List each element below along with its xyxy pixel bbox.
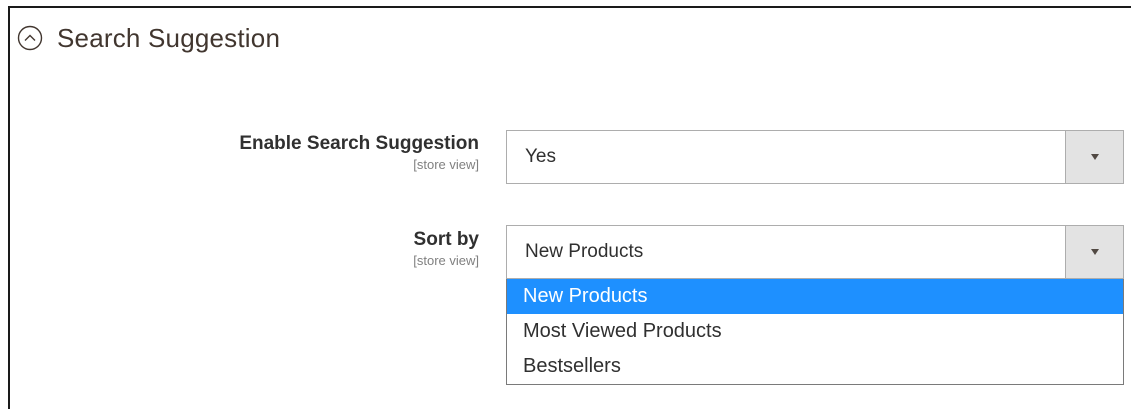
sort-select-value: New Products <box>525 241 644 262</box>
chevron-down-icon <box>1090 249 1099 255</box>
sort-by-label: Sort by <box>413 229 479 250</box>
dropdown-option-bestsellers[interactable]: Bestsellers <box>507 349 1123 384</box>
dropdown-option-new-products[interactable]: New Products <box>507 279 1123 314</box>
enable-search-suggestion-label-group: Enable Search Suggestion [store view] <box>239 133 479 172</box>
chevron-down-icon <box>1090 154 1099 160</box>
enable-select-value: Yes <box>525 146 556 167</box>
sort-select-toggle[interactable] <box>1065 226 1123 278</box>
chevron-up-circle-icon[interactable] <box>17 25 43 51</box>
sort-by-select[interactable]: New Products <box>506 225 1124 279</box>
enable-scope-label: [store view] <box>413 157 479 172</box>
enable-search-suggestion-select[interactable]: Yes <box>506 130 1124 184</box>
enable-search-suggestion-label: Enable Search Suggestion <box>239 133 479 154</box>
sort-by-label-group: Sort by [store view] <box>413 229 479 268</box>
sort-scope-label: [store view] <box>413 253 479 268</box>
section-header-search-suggestion[interactable]: Search Suggestion <box>17 18 280 58</box>
section-title: Search Suggestion <box>57 22 281 53</box>
sort-by-dropdown-list: New Products Most Viewed Products Bestse… <box>506 279 1124 385</box>
enable-select-toggle[interactable] <box>1065 131 1123 183</box>
dropdown-option-most-viewed-products[interactable]: Most Viewed Products <box>507 314 1123 349</box>
